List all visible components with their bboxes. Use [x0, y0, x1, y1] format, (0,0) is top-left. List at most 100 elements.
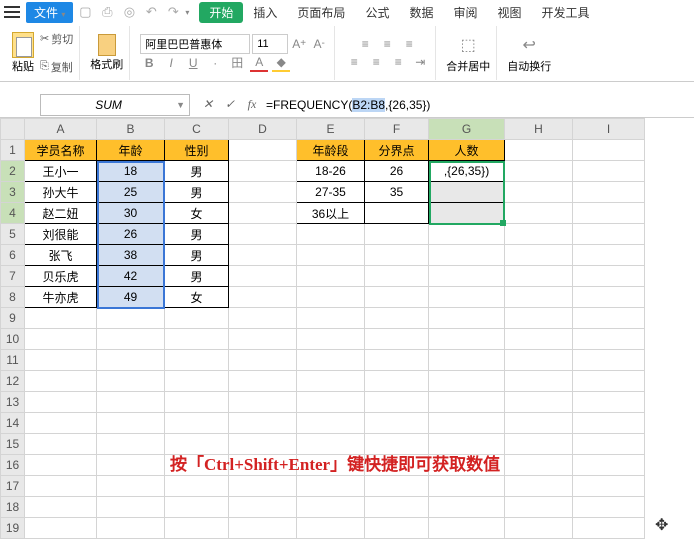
row-11[interactable]: 11	[1, 350, 25, 371]
cell[interactable]: 刘很能	[25, 224, 97, 245]
cell[interactable]	[25, 518, 97, 539]
cell[interactable]	[573, 350, 645, 371]
redo-icon[interactable]: ↷	[163, 3, 183, 21]
cell[interactable]	[365, 224, 429, 245]
cancel-formula-icon[interactable]: ✕	[200, 97, 216, 112]
cell[interactable]	[25, 497, 97, 518]
tab-insert[interactable]: 插入	[243, 2, 287, 23]
cell[interactable]	[25, 329, 97, 350]
cell[interactable]	[573, 329, 645, 350]
cell[interactable]	[365, 518, 429, 539]
cell[interactable]	[297, 245, 365, 266]
cell-G3[interactable]	[429, 182, 505, 203]
cell[interactable]	[429, 266, 505, 287]
align-center-icon[interactable]: ≡	[367, 53, 385, 71]
cell[interactable]: 18	[97, 161, 165, 182]
row-12[interactable]: 12	[1, 371, 25, 392]
cell[interactable]	[297, 518, 365, 539]
cell[interactable]	[365, 476, 429, 497]
cell[interactable]	[25, 455, 97, 476]
cell[interactable]	[365, 392, 429, 413]
formula-input[interactable]: =FREQUENCY(B2:B8,{26,35})	[260, 94, 430, 116]
cell[interactable]	[429, 245, 505, 266]
cell[interactable]: 年龄	[97, 140, 165, 161]
cell[interactable]	[573, 476, 645, 497]
cell[interactable]	[505, 497, 573, 518]
cell[interactable]	[97, 392, 165, 413]
cell[interactable]	[297, 350, 365, 371]
strike-button[interactable]: ·	[206, 54, 224, 72]
cell[interactable]	[165, 308, 229, 329]
row-8[interactable]: 8	[1, 287, 25, 308]
cell[interactable]	[165, 371, 229, 392]
cell[interactable]	[97, 308, 165, 329]
cell[interactable]	[573, 455, 645, 476]
cell[interactable]: 38	[97, 245, 165, 266]
row-13[interactable]: 13	[1, 392, 25, 413]
cell[interactable]: 赵二妞	[25, 203, 97, 224]
cell[interactable]	[573, 392, 645, 413]
col-H[interactable]: H	[505, 119, 573, 140]
cell[interactable]	[429, 371, 505, 392]
cell[interactable]	[297, 224, 365, 245]
cell[interactable]: 性别	[165, 140, 229, 161]
cell[interactable]	[505, 245, 573, 266]
cell[interactable]	[365, 203, 429, 224]
cell[interactable]: 学员名称	[25, 140, 97, 161]
cell[interactable]	[505, 224, 573, 245]
cell[interactable]	[165, 413, 229, 434]
copy-button[interactable]: ⎘ 复制	[40, 59, 73, 75]
col-B[interactable]: B	[97, 119, 165, 140]
cell[interactable]	[505, 413, 573, 434]
font-name-input[interactable]	[140, 34, 250, 54]
paste-icon[interactable]	[12, 32, 34, 58]
cut-button[interactable]: ✂ 剪切	[40, 31, 73, 47]
cell[interactable]	[505, 350, 573, 371]
cell[interactable]: 49	[97, 287, 165, 308]
cell[interactable]	[229, 140, 297, 161]
row-14[interactable]: 14	[1, 413, 25, 434]
cell[interactable]	[505, 329, 573, 350]
align-mid-icon[interactable]: ≡	[378, 35, 396, 53]
tab-review[interactable]: 审阅	[443, 2, 487, 23]
spreadsheet-grid[interactable]: A B C D E F G H I 1 学员名称 年龄 性别 年龄段 分界点 人…	[0, 118, 694, 539]
cell[interactable]	[573, 287, 645, 308]
cell[interactable]	[429, 518, 505, 539]
hamburger-icon[interactable]	[4, 6, 20, 18]
fontcolor-button[interactable]: A	[250, 54, 268, 72]
cell[interactable]	[229, 266, 297, 287]
cell[interactable]: 贝乐虎	[25, 266, 97, 287]
cell[interactable]	[365, 413, 429, 434]
save-icon[interactable]: ▢	[75, 3, 95, 21]
cell[interactable]	[505, 476, 573, 497]
cell[interactable]	[165, 497, 229, 518]
cell[interactable]: 男	[165, 182, 229, 203]
cell[interactable]	[25, 350, 97, 371]
align-top-icon[interactable]: ≡	[356, 35, 374, 53]
col-G[interactable]: G	[429, 119, 505, 140]
cell[interactable]: 男	[165, 245, 229, 266]
cell[interactable]	[97, 455, 165, 476]
cell[interactable]	[229, 224, 297, 245]
cell[interactable]	[365, 350, 429, 371]
cell[interactable]	[229, 413, 297, 434]
cell[interactable]	[505, 161, 573, 182]
cell[interactable]: 26	[365, 161, 429, 182]
cell[interactable]	[165, 350, 229, 371]
col-C[interactable]: C	[165, 119, 229, 140]
cell-G4[interactable]	[429, 203, 505, 224]
cell[interactable]	[429, 224, 505, 245]
cell[interactable]	[25, 413, 97, 434]
cell[interactable]: 男	[165, 224, 229, 245]
cell[interactable]	[97, 413, 165, 434]
cell[interactable]	[365, 245, 429, 266]
row-7[interactable]: 7	[1, 266, 25, 287]
cell[interactable]	[365, 287, 429, 308]
cell[interactable]	[297, 413, 365, 434]
cell[interactable]	[229, 245, 297, 266]
cell[interactable]	[165, 476, 229, 497]
tab-formula[interactable]: 公式	[355, 2, 399, 23]
cell[interactable]	[573, 203, 645, 224]
cell[interactable]	[505, 266, 573, 287]
cell[interactable]	[573, 140, 645, 161]
